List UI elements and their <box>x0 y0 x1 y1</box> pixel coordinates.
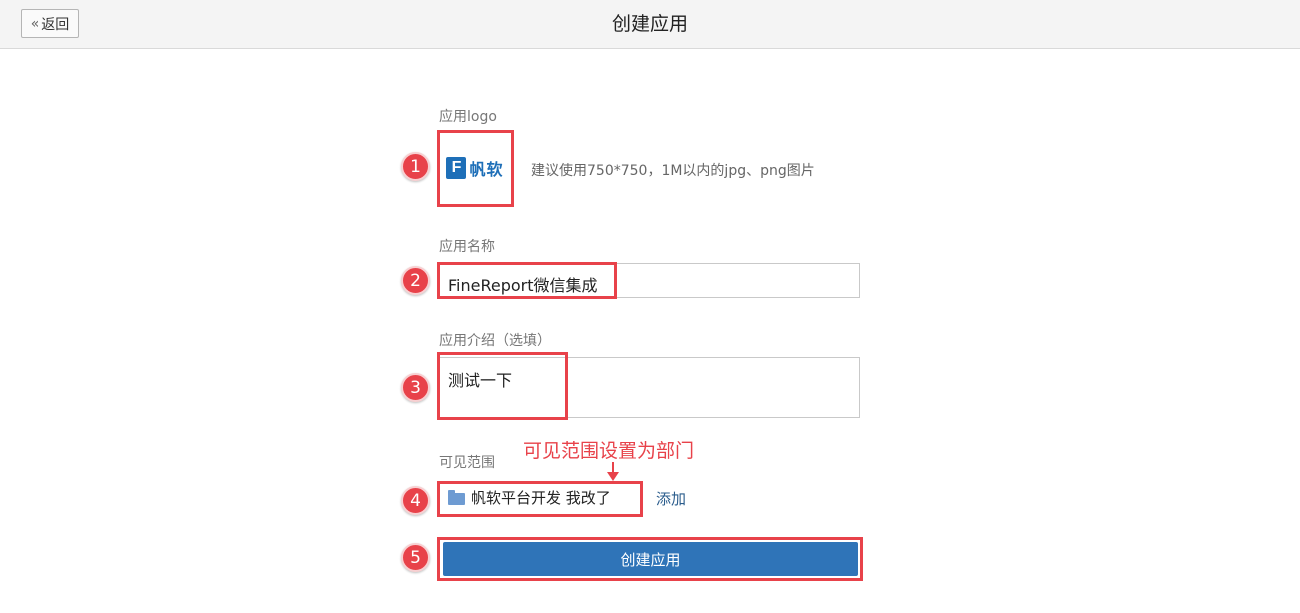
logo-hint: 建议使用750*750，1M以内的jpg、png图片 <box>531 163 815 179</box>
top-bar: 创建应用 « 返回 <box>0 0 1300 49</box>
name-label: 应用名称 <box>439 239 495 255</box>
step-badge-4: 4 <box>401 486 430 515</box>
highlight-box-submit <box>437 537 863 581</box>
add-scope-link[interactable]: 添加 <box>656 488 686 509</box>
back-button[interactable]: « 返回 <box>21 9 79 38</box>
highlight-box-scope <box>437 481 643 517</box>
back-button-label: 返回 <box>41 16 70 33</box>
highlight-box-logo <box>437 130 514 207</box>
annotation-arrow-down-icon <box>607 472 619 481</box>
step-badge-3: 3 <box>401 373 430 402</box>
logo-label: 应用logo <box>439 109 497 125</box>
step-badge-2: 2 <box>401 266 430 295</box>
step-badge-5: 5 <box>401 543 430 572</box>
scope-label: 可见范围 <box>439 455 495 471</box>
highlight-box-intro <box>437 352 568 420</box>
step-badge-1: 1 <box>401 152 430 181</box>
scope-annotation-note: 可见范围设置为部门 <box>523 440 695 462</box>
intro-label: 应用介绍（选填） <box>439 333 551 349</box>
highlight-box-name <box>437 262 617 299</box>
double-chevron-left-icon: « <box>30 15 40 32</box>
page-title: 创建应用 <box>611 13 688 35</box>
